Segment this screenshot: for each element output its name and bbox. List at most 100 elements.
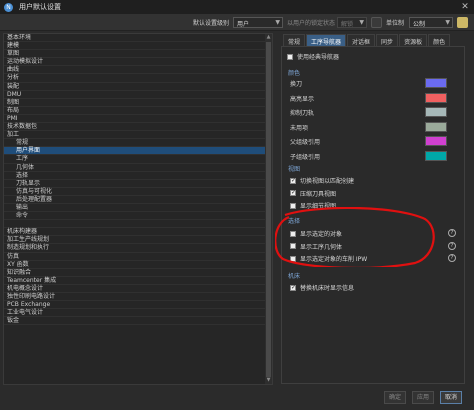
tree-item[interactable]: 制图 [4,99,272,107]
cancel-button[interactable]: 取消 [440,391,462,404]
checkbox-row[interactable]: 切换视图以匹配创建 [290,176,354,185]
ok-button[interactable]: 确定 [384,391,406,404]
tree-item[interactable]: 布局 [4,107,272,115]
color-swatch[interactable] [425,150,447,161]
checkbox-row[interactable]: 显示工序几何体 [290,242,342,251]
checkbox[interactable] [290,202,296,209]
checkbox[interactable] [290,243,296,249]
checkbox[interactable] [290,255,296,262]
tab[interactable]: 对话框 [347,34,376,46]
tab[interactable]: 工序导航器 [306,34,347,46]
tree-item[interactable]: 工业电气设计 [4,309,272,318]
checkbox-row[interactable]: 显示细节视图 [290,201,336,210]
tree-item[interactable]: 技术数据包 [4,123,272,132]
tree-item-label: 技术数据包 [7,123,38,131]
close-icon[interactable]: ✕ [460,2,470,12]
tree-item[interactable]: 仿真 [4,253,272,261]
tree-item[interactable]: Teamcenter 集成 [4,277,272,285]
classic-nav-checkbox-row[interactable]: 使用经典导航器 [287,52,339,61]
tree-item[interactable] [4,220,272,229]
settings-tree[interactable]: 基本环境 建模 草图 运动模拟设计 曲线 分析 装配 DMU 制图 布局 PMI 技术数据包 加工 常规用… [3,33,273,385]
checkbox[interactable] [290,230,296,237]
checkbox-row[interactable]: 替换机床时显示信息 [290,283,354,292]
tree-item[interactable]: 基本环境 [4,34,272,43]
scroll-thumb[interactable] [266,42,271,377]
tree-item[interactable]: 刀轨显示 [4,180,272,188]
tab[interactable]: 颜色 [428,34,451,46]
tree-item[interactable]: PCB Exchange [4,301,272,310]
color-label: 未用项 [290,124,309,132]
tree-item[interactable]: 机电概念设计 [4,285,272,293]
tree-item-label: 机电概念设计 [7,284,44,292]
tree-item[interactable]: 加工 [4,131,272,140]
color-swatch[interactable] [425,136,447,146]
unit-value: 公制 [413,21,426,28]
binoculars-icon[interactable] [457,17,468,28]
tree-item[interactable]: 常规 [4,139,272,148]
tree-item[interactable]: PMI [4,115,272,124]
color-swatch[interactable] [425,78,447,88]
tree-item[interactable]: 用户界面 [4,147,272,156]
tree-item-label: 装配 [7,82,20,90]
checkbox[interactable] [290,189,296,196]
tree-item[interactable]: 装配 [4,83,272,91]
tab[interactable]: 资源板 [399,34,428,46]
checkbox-label: 显示工序几何体 [300,243,343,251]
checkbox-row[interactable]: 显示选定的对象 [290,229,342,238]
chevron-down-icon: ▼ [359,19,364,26]
lock-select[interactable]: 解锁 ▼ [337,17,367,28]
scroll-up-icon[interactable]: ▲ [265,34,272,41]
checkbox[interactable] [290,177,296,184]
tree-item[interactable]: 仿真与可视化 [4,188,272,196]
color-row: 子组级引用 [290,150,460,161]
color-label: 换刀 [290,81,303,88]
checkbox-row[interactable]: 压缩刀具视图 [290,189,336,198]
lock-icon[interactable] [371,17,382,28]
checkbox-row[interactable]: 显示选定对象的车削 IPW [290,254,367,263]
tree-item[interactable]: XY 函数 [4,261,272,269]
help-icon[interactable]: ? [448,241,456,250]
color-swatch[interactable] [425,92,447,103]
color-swatch[interactable] [425,107,447,117]
tree-item[interactable]: 后处理配置器 [4,196,272,204]
color-label: 父组级引用 [290,139,321,146]
tab-strip: 常规 工序导航器 对话框 同步 资源板 颜色 [283,34,451,46]
tree-item[interactable]: 建模 [4,42,272,51]
app-icon: N [4,2,13,12]
color-swatch[interactable] [425,121,447,132]
tree-item[interactable]: 曲线 [4,66,272,75]
checkbox[interactable] [290,284,296,291]
tree-item-label: 命令 [16,212,29,220]
tree-item[interactable]: 运动模拟设计 [4,58,272,67]
help-icon[interactable]: ? [448,229,456,237]
tab[interactable]: 同步 [376,34,399,46]
tree-item[interactable]: 选择 [4,172,272,180]
tree-item[interactable]: 知识融合 [4,269,272,277]
tree-item[interactable]: 制造规划和执行 [4,244,272,253]
tree-item[interactable]: 草图 [4,50,272,59]
tree-scrollbar[interactable]: ▲ ▼ [265,34,272,384]
tree-item-label: 工序 [16,155,29,163]
unit-select[interactable]: 公制 ▼ [409,17,453,28]
level-select[interactable]: 用户 ▼ [233,17,283,28]
unit-label: 单位制 [386,20,405,27]
scroll-down-icon[interactable]: ▼ [265,377,272,384]
tab[interactable]: 常规 [283,34,306,46]
window-title: 用户默认设置 [19,3,61,11]
checkbox-label: 切换视图以匹配创建 [300,178,355,185]
tree-item[interactable]: DMU [4,91,272,99]
classic-nav-checkbox[interactable] [287,53,293,60]
chevron-down-icon: ▼ [275,19,280,26]
tree-item[interactable]: 钣金 [4,317,272,326]
checkbox-label: 显示细节视图 [300,203,337,210]
level-value: 用户 [237,21,250,28]
tree-item[interactable]: 工序 [4,155,272,164]
apply-button[interactable]: 应用 [412,391,434,404]
tree-item[interactable]: 分析 [4,74,272,83]
tree-item[interactable]: 几何体 [4,164,272,172]
tree-item[interactable]: 独性印刷电路设计 [4,293,272,302]
title-bar: N 用户默认设置 ✕ [0,0,474,14]
tree-item[interactable]: 命令 [4,212,272,221]
tree-item[interactable]: 输出 [4,204,272,213]
help-icon[interactable]: ? [448,254,456,262]
